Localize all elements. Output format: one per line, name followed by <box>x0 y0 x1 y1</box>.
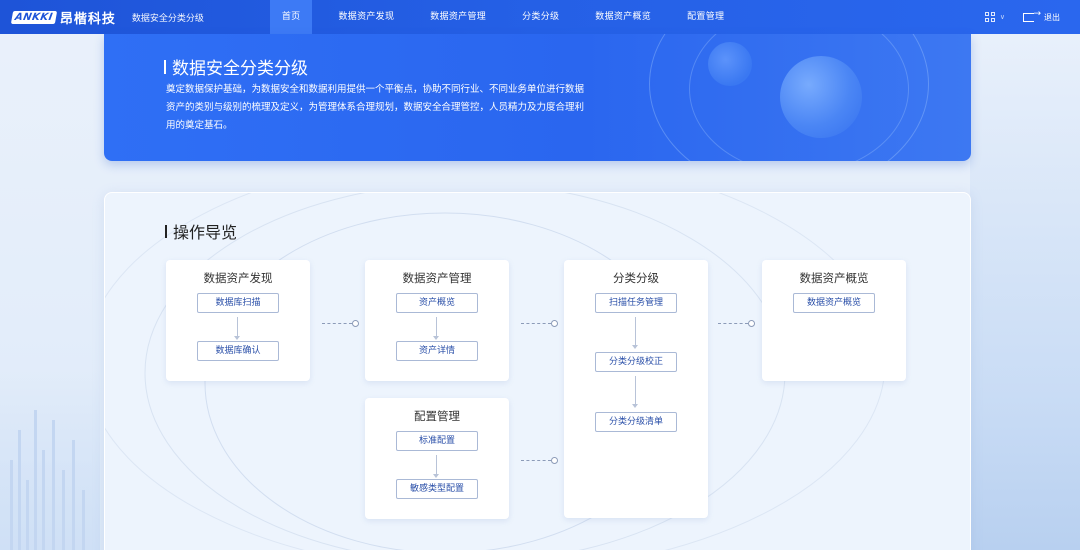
company-logo[interactable]: ANKKI 昂楷科技 <box>10 0 116 34</box>
guide-title-text: 操作导览 <box>173 223 238 242</box>
card-asset-discovery: 数据资产发现 数据库扫描 数据库确认 <box>166 260 310 381</box>
flow-connector <box>718 323 748 324</box>
flow-connector <box>521 460 551 461</box>
nav-item-config-management[interactable]: 配置管理 <box>677 0 734 34</box>
nav-item-asset-overview[interactable]: 数据资产概览 <box>585 0 661 34</box>
nav-item-classification[interactable]: 分类分级 <box>512 0 569 34</box>
flow-connector <box>322 323 352 324</box>
card-config-management: 配置管理 标准配置 敏感类型配置 <box>365 398 509 519</box>
hero-title-text: 数据安全分类分级 <box>172 59 308 79</box>
background-right-gradient <box>970 34 1080 550</box>
operation-guide-panel: 操作导览 数据资产发现 数据库扫描 数据库确认 数据资产管理 资产概览 资产详情… <box>104 192 971 550</box>
connector-node-icon <box>352 320 359 327</box>
card-title: 配置管理 <box>414 409 460 423</box>
hero-banner: 数据安全分类分级 奠定数据保护基础，为数据安全和数据利用提供一个平衡点，协助不同… <box>104 34 971 161</box>
step-database-confirm[interactable]: 数据库确认 <box>197 341 279 361</box>
card-asset-management: 数据资产管理 资产概览 资产详情 <box>365 260 509 381</box>
app-name: 数据安全分类分级 <box>131 13 204 24</box>
step-classification-correction[interactable]: 分类分级校正 <box>595 352 677 372</box>
hero-description: 奠定数据保护基础，为数据安全和数据利用提供一个平衡点，协助不同行业、不同业务单位… <box>166 84 585 131</box>
card-title: 分类分级 <box>613 271 659 285</box>
step-connector <box>635 317 636 345</box>
logout-button[interactable]: 退出 <box>1044 12 1060 23</box>
card-classification: 分类分级 扫描任务管理 分类分级校正 分类分级清单 <box>564 260 708 518</box>
connector-node-icon <box>748 320 755 327</box>
step-scan-task-management[interactable]: 扫描任务管理 <box>595 293 677 313</box>
title-bar-mark <box>165 224 167 238</box>
step-connector <box>635 376 636 404</box>
step-standard-config[interactable]: 标准配置 <box>396 431 478 451</box>
chevron-down-icon[interactable]: ∨ <box>1000 13 1005 21</box>
connector-node-icon <box>551 457 558 464</box>
main-nav: 首页 数据资产发现 数据资产管理 分类分级 数据资产概览 配置管理 <box>269 0 750 34</box>
decorative-orb <box>780 56 862 138</box>
top-navigation-bar: ANKKI 昂楷科技 数据安全分类分级 首页 数据资产发现 数据资产管理 分类分… <box>0 0 1080 34</box>
title-bar-mark <box>164 59 166 74</box>
step-data-asset-overview[interactable]: 数据资产概览 <box>793 293 875 313</box>
step-asset-detail[interactable]: 资产详情 <box>396 341 478 361</box>
decorative-orb <box>708 42 752 86</box>
card-title: 数据资产发现 <box>203 271 273 285</box>
nav-item-asset-discovery[interactable]: 数据资产发现 <box>328 0 404 34</box>
arrow-down-icon <box>632 345 638 349</box>
step-classification-list[interactable]: 分类分级清单 <box>595 412 677 432</box>
background-city-skyline <box>0 370 100 550</box>
step-database-scan[interactable]: 数据库扫描 <box>197 293 279 313</box>
top-right-actions: ∨ 退出 <box>984 0 1060 34</box>
flow-connector <box>521 323 551 324</box>
connector-node-icon <box>551 320 558 327</box>
arrow-down-icon <box>433 474 439 478</box>
step-connector <box>436 317 437 337</box>
arrow-down-icon <box>234 336 240 340</box>
step-connector <box>237 317 238 337</box>
nav-item-home[interactable]: 首页 <box>269 0 313 34</box>
grid-icon[interactable] <box>984 11 996 23</box>
logo-text: 昂楷科技 <box>59 11 116 27</box>
logout-icon[interactable] <box>1023 9 1041 22</box>
step-connector <box>436 455 437 475</box>
arrow-down-icon <box>632 404 638 408</box>
step-asset-overview[interactable]: 资产概览 <box>396 293 478 313</box>
nav-item-asset-management[interactable]: 数据资产管理 <box>420 0 496 34</box>
logo-mark: ANKKI <box>10 10 57 24</box>
guide-title: 操作导览 <box>165 219 237 243</box>
arrow-down-icon <box>433 336 439 340</box>
step-sensitive-type-config[interactable]: 敏感类型配置 <box>396 479 478 499</box>
card-title: 数据资产管理 <box>402 271 472 285</box>
card-asset-overview: 数据资产概览 数据资产概览 <box>762 260 906 381</box>
card-title: 数据资产概览 <box>799 271 869 285</box>
hero-title: 数据安全分类分级 <box>164 54 308 79</box>
